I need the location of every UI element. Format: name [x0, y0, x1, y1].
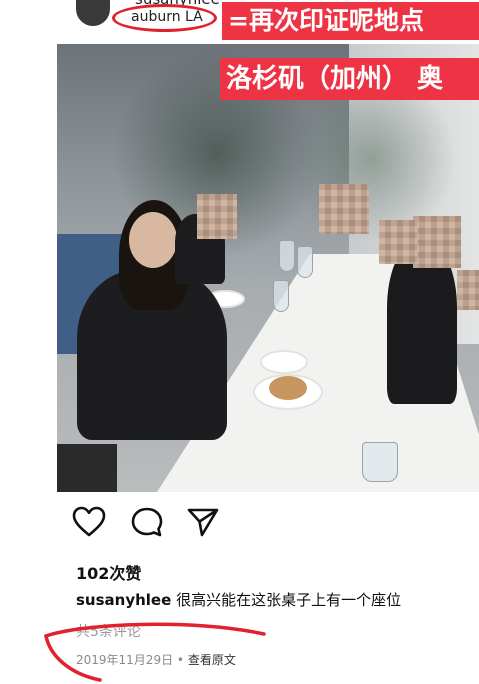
red-circle-annotation	[112, 4, 217, 32]
photo-face	[129, 212, 177, 268]
photo-glass	[362, 442, 398, 482]
photo-mosaic	[379, 220, 417, 264]
photo-plate	[262, 352, 306, 372]
photo-bread	[269, 376, 307, 400]
like-count[interactable]: 102次赞	[76, 560, 141, 584]
photo-glass	[273, 280, 289, 312]
photo-mosaic	[413, 216, 461, 268]
annotation-banner-top: =再次印证呢地点	[222, 2, 479, 40]
photo-mosaic	[319, 184, 369, 234]
photo-glass	[279, 240, 295, 272]
heart-icon[interactable]	[72, 506, 106, 538]
photo-chair	[57, 444, 117, 492]
caption-text: 很高兴能在这张桌子上有一个座位	[176, 591, 402, 609]
photo-glass	[297, 246, 313, 278]
red-underline-annotation	[44, 622, 266, 682]
paper-plane-icon[interactable]	[186, 506, 220, 538]
post-photo[interactable]: 洛杉矶（加州） 奥	[57, 44, 479, 492]
annotation-banner-location: 洛杉矶（加州） 奥	[220, 58, 479, 100]
photo-mosaic	[197, 194, 237, 239]
avatar[interactable]	[76, 0, 110, 26]
photo-mosaic	[457, 270, 479, 310]
post-caption: susanyhlee 很高兴能在这张桌子上有一个座位	[76, 589, 479, 610]
caption-username[interactable]: susanyhlee	[76, 591, 171, 609]
photo-person	[387, 244, 457, 404]
comment-bubble-icon[interactable]	[130, 506, 164, 538]
